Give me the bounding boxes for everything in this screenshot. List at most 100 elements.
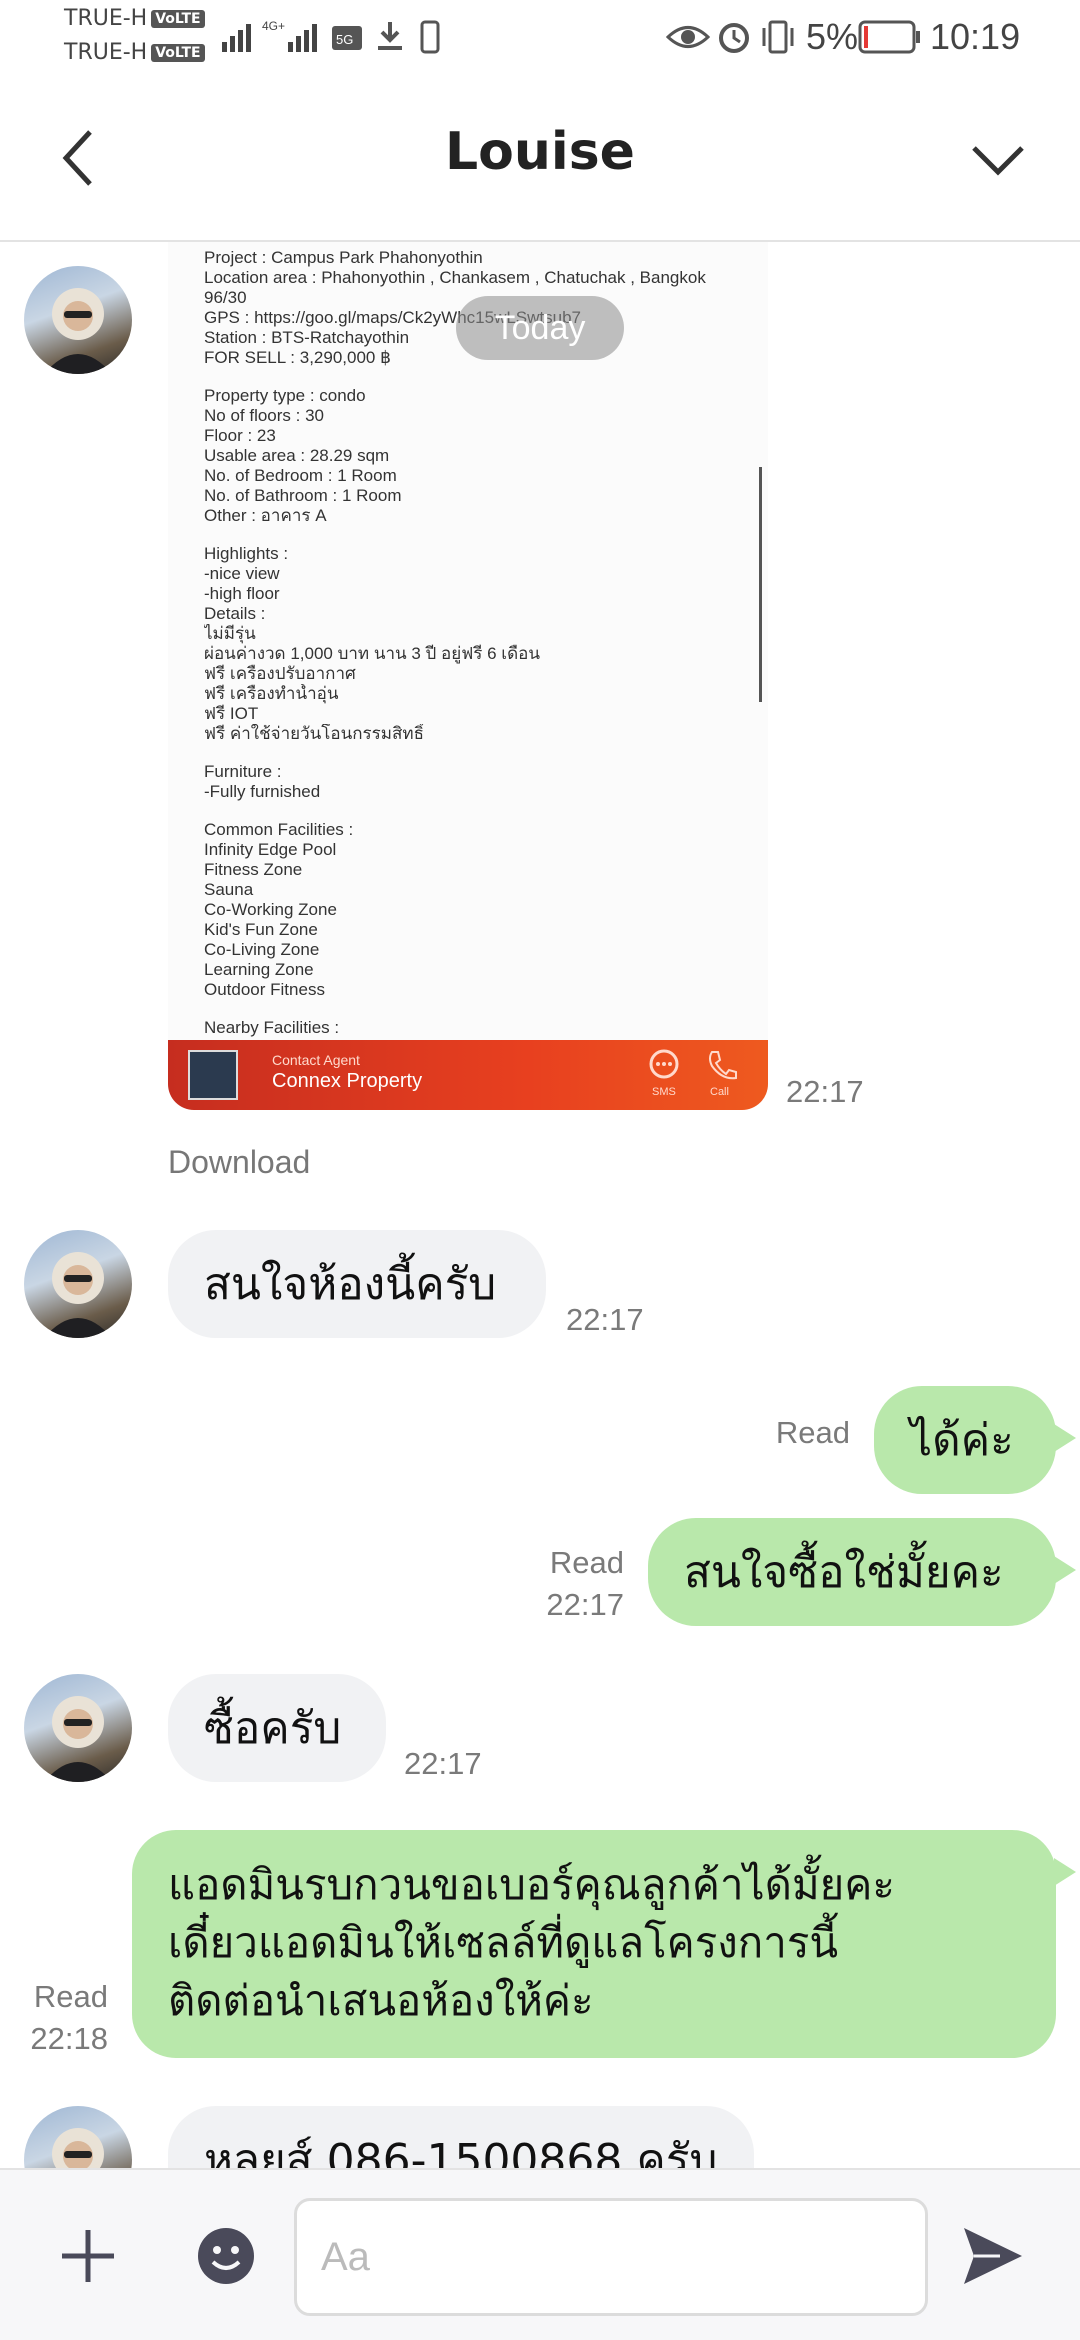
call-icon <box>709 1051 737 1080</box>
property-details-text: Project : Campus Park Phahonyothin Locati… <box>204 248 744 1058</box>
property-detail-line: -Fully furnished <box>204 782 321 801</box>
outgoing-message[interactable]: ได้ค่ะ <box>874 1386 1056 1494</box>
plus-icon[interactable] <box>58 2226 118 2286</box>
call-label: Call <box>710 1086 729 1098</box>
property-detail-line: -nice view <box>204 564 280 583</box>
property-detail-line: No. of Bedroom : 1 Room <box>204 466 397 485</box>
property-detail-line: Usable area : 28.29 sqm <box>204 446 390 465</box>
property-detail-line: Learning Zone <box>204 960 314 979</box>
property-detail-line: Property type : condo <box>204 386 366 405</box>
outgoing-message[interactable]: สนใจซื้อใช่มั้ยคะ <box>648 1518 1056 1626</box>
battery-icon <box>858 20 920 54</box>
message-time: 22:18 <box>30 2021 108 2056</box>
property-detail-line: Outdoor Fitness <box>204 980 325 999</box>
property-detail-line: Co-Working Zone <box>204 900 337 919</box>
sms-icon <box>649 1049 679 1079</box>
property-detail-line: ฟรี เครื่องทำน้ำอุ่น <box>204 684 339 703</box>
property-detail-line: Nearby Facilities : <box>204 1018 340 1037</box>
message-text: สนใจห้องนี้ครับ <box>204 1259 497 1310</box>
battery-percent: 5% <box>806 16 859 57</box>
outgoing-message[interactable]: แอดมินรบกวนขอเบอร์คุณลูกค้าได้มั้ยคะ เดี… <box>132 1830 1056 2058</box>
message-text: สนใจซื้อใช่มั้ยคะ <box>684 1547 1004 1598</box>
data-saver-icon: 5G <box>332 26 362 50</box>
message-line: แอดมินรบกวนขอเบอร์คุณลูกค้าได้มั้ยคะ <box>168 1860 895 1909</box>
svg-text:4G+: 4G+ <box>262 19 285 33</box>
property-detail-line: Location area : Phahonyothin , Chankasem… <box>204 268 706 287</box>
property-detail-line: Furniture : <box>204 762 282 781</box>
bubble-tail <box>1054 1424 1076 1452</box>
avatar[interactable] <box>24 266 132 374</box>
message-text: ซื้อครับ <box>204 1703 342 1754</box>
property-detail-line: Other : อาคาร A <box>204 506 327 525</box>
avatar[interactable] <box>24 2106 132 2168</box>
property-detail-line: Project : Campus Park Phahonyothin <box>204 248 483 267</box>
message-time: 22:17 <box>786 1074 864 1109</box>
message-time: 22:17 <box>546 1587 624 1622</box>
status-bar: TRUE-H VoLTE TRUE-H VoLTE 4G+ 5G 5% 10:19 <box>0 0 1080 80</box>
vibrate-icon <box>762 20 794 54</box>
incoming-message[interactable]: ซื้อครับ <box>168 1674 386 1782</box>
incoming-message[interactable]: หลุยส์ 086-1500868 ครับ <box>168 2106 754 2168</box>
property-detail-line: Kid's Fun Zone <box>204 920 318 939</box>
banner-label: Contact Agent <box>272 1052 360 1068</box>
signal-icon: 4G+ <box>222 19 317 52</box>
message-time: 22:17 <box>566 1302 644 1337</box>
message-text: ได้ค่ะ <box>910 1415 1014 1466</box>
property-detail-line: Floor : 23 <box>204 426 276 445</box>
image-scrollbar <box>759 467 762 702</box>
chevron-down-icon[interactable] <box>970 140 1026 180</box>
property-detail-line <box>204 802 744 820</box>
carrier-2: TRUE-H VoLTE <box>64 40 205 65</box>
message-input[interactable]: Aa <box>294 2198 928 2316</box>
property-detail-line: Co-Living Zone <box>204 940 320 959</box>
clock: 10:19 <box>930 16 1021 57</box>
emoji-icon[interactable] <box>196 2226 256 2286</box>
property-detail-line: ฟรี ค่าใช้จ่ายวันโอนกรรมสิทธิ์ <box>204 724 424 743</box>
date-chip: Today <box>456 296 624 360</box>
bubble-tail <box>1054 1556 1076 1584</box>
property-detail-line <box>204 526 744 544</box>
download-icon <box>378 22 402 50</box>
property-detail-line: Highlights : <box>204 544 289 563</box>
property-detail-line: No of floors : 30 <box>204 406 325 425</box>
message-time: 22:17 <box>404 1746 482 1781</box>
alarm-icon <box>719 23 749 53</box>
property-image[interactable]: Project : Campus Park Phahonyothin Locati… <box>168 242 768 1110</box>
eye-icon <box>666 26 710 48</box>
message-line: เดี๋ยวแอดมินให้เซลล์ที่ดูแลโครงการนี้ <box>168 1918 839 1967</box>
avatar[interactable] <box>24 1230 132 1338</box>
sms-label: SMS <box>652 1086 676 1098</box>
property-detail-line: Sauna <box>204 880 254 899</box>
chat-title: Louise <box>445 122 635 182</box>
property-detail-line: ไม่มีรุ่น <box>204 624 256 643</box>
read-label: Read <box>33 1979 108 2014</box>
property-detail-line: ผ่อนค่างวด 1,000 บาท นาน 3 ปี อยู่ฟรี 6 … <box>204 644 540 663</box>
read-receipt: Read 22:17 <box>520 1542 624 1626</box>
send-icon[interactable] <box>960 2224 1026 2288</box>
agent-logo <box>188 1050 238 1100</box>
property-detail-line: Infinity Edge Pool <box>204 840 337 859</box>
property-detail-line: -high floor <box>204 584 280 603</box>
avatar[interactable] <box>24 1674 132 1782</box>
property-detail-line: Common Facilities : <box>204 820 354 839</box>
phone-icon <box>420 20 440 54</box>
property-detail-line: ฟรี เครื่องปรับอากาศ <box>204 664 356 683</box>
incoming-message[interactable]: สนใจห้องนี้ครับ <box>168 1230 546 1338</box>
property-detail-line: No. of Bathroom : 1 Room <box>204 486 402 505</box>
download-link[interactable]: Download <box>168 1144 310 1181</box>
input-placeholder: Aa <box>321 2234 370 2279</box>
read-receipt: Read <box>775 1415 850 1450</box>
chat-header: Louise <box>0 80 1080 242</box>
message-clip: หลุยส์ 086-1500868 ครับ <box>0 2100 1080 2168</box>
bubble-tail <box>1054 1858 1076 1886</box>
property-detail-line: Details : <box>204 604 266 623</box>
svg-text:5G: 5G <box>336 32 353 47</box>
property-detail-line: Fitness Zone <box>204 860 303 879</box>
read-receipt: Read 22:18 <box>10 1976 108 2060</box>
input-bar: Aa <box>0 2168 1080 2340</box>
property-detail-line <box>204 1000 744 1018</box>
carrier-1: TRUE-H VoLTE <box>64 6 205 31</box>
banner-agent-name: Connex Property <box>272 1070 423 1092</box>
agent-banner: Contact Agent Connex Property SMS Call <box>168 1040 768 1110</box>
message-text: หลุยส์ 086-1500868 ครับ <box>204 2135 718 2168</box>
